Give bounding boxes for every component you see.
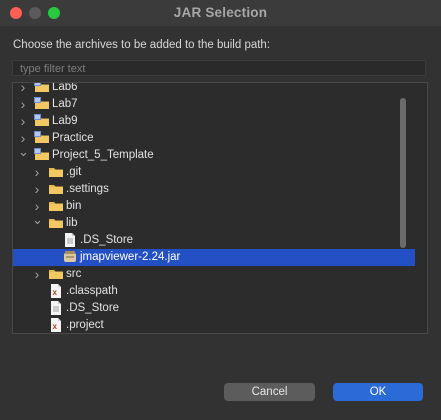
instruction-label: Choose the archives to be added to the b… [13,39,271,51]
svg-text:x: x [53,322,58,331]
tree-item-label: Practice [52,132,94,144]
chevron-right-icon[interactable]: › [18,83,28,94]
chevron-down-icon[interactable]: ⌄ [32,213,43,226]
jar-icon [62,250,78,264]
tree-row[interactable]: › Lab6 [13,82,415,96]
tree-row[interactable]: x .classpath [13,283,415,300]
tree-item-label: jmapviewer-2.24.jar [80,251,181,263]
project-folder-icon [34,97,50,111]
window-title: JAR Selection [173,5,268,20]
project-folder-icon [34,131,50,145]
tree-row[interactable]: › Lab7 [13,96,415,113]
ok-button[interactable]: OK [333,383,423,401]
folder-icon [48,182,64,196]
tree-item-label: lib [66,217,78,229]
project-folder-icon [34,83,50,94]
tree-row[interactable]: .DS_Store [13,300,415,317]
chevron-right-icon[interactable]: › [32,165,42,179]
chevron-right-icon[interactable]: › [32,199,42,213]
file-tree[interactable]: › Lab6 › Lab7 › Lab9 › Practice ⌄ Project_5_Templ… [12,82,428,334]
folder-icon [48,199,64,213]
svg-text:x: x [53,288,58,297]
chevron-right-icon[interactable]: › [18,114,28,128]
chevron-right-icon[interactable]: › [32,182,42,196]
tree-row[interactable]: x .project [13,317,415,333]
tree-row[interactable]: › Practice [13,130,415,147]
tree-row[interactable]: › bin [13,198,415,215]
tree-row[interactable]: › .settings [13,181,415,198]
tree-item-label: .classpath [66,285,118,297]
tree-row[interactable]: › src [13,266,415,283]
folder-icon [48,165,64,179]
chevron-right-icon[interactable]: › [18,131,28,145]
tree-item-label: Lab7 [52,98,78,110]
tree-row[interactable]: ⌄ lib [13,213,415,232]
tree-row[interactable]: › Lab9 [13,113,415,130]
tree-row[interactable]: .DS_Store [13,232,415,249]
folder-icon [48,216,64,230]
tree-item-label: .DS_Store [66,302,120,314]
tree-item-label: .git [66,166,82,178]
tree-item-label: Lab9 [52,115,78,127]
tree-item-label: .project [66,319,104,331]
cancel-button[interactable]: Cancel [224,383,315,401]
file-icon [62,233,78,247]
folder-icon [48,267,64,281]
filter-input[interactable] [12,60,426,76]
chevron-down-icon[interactable]: ⌄ [18,145,29,158]
tree-scrollbar[interactable] [400,98,406,248]
tree-item-label: Lab6 [52,82,78,93]
tree-item-label: Project_5_Template [52,149,154,161]
tree-item-label: .DS_Store [80,234,134,246]
tree-item-label: src [66,268,82,280]
project-folder-icon [34,114,50,128]
title-bar: JAR Selection [0,0,441,26]
chevron-right-icon[interactable]: › [18,97,28,111]
tree-row[interactable]: ⌄ Project_5_Template [13,145,415,164]
tree-item-label: bin [66,200,82,212]
chevron-right-icon[interactable]: › [32,267,42,281]
file-icon [48,301,64,315]
tree-row[interactable]: › .git [13,164,415,181]
xml-file-icon: x [48,318,64,332]
tree-row[interactable]: jmapviewer-2.24.jar [13,249,415,266]
project-folder-icon [34,148,50,162]
tree-item-label: .settings [66,183,109,195]
xml-file-icon: x [48,284,64,298]
